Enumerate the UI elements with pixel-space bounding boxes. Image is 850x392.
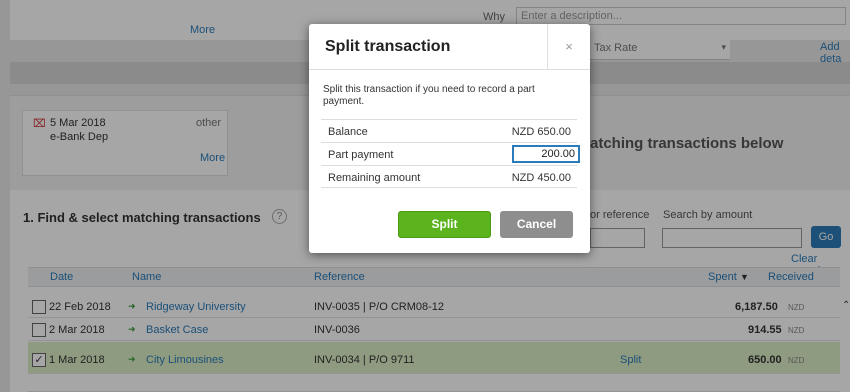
balance-value: NZD 650.00 [511, 126, 571, 138]
split-button[interactable]: Split [398, 211, 491, 238]
balance-label: Balance [328, 126, 368, 138]
close-icon[interactable]: × [547, 24, 590, 69]
cancel-button[interactable]: Cancel [500, 211, 573, 238]
part-payment-input[interactable] [512, 145, 580, 163]
dialog-divider [309, 69, 590, 70]
dialog-title: Split transaction [325, 38, 451, 55]
part-payment-label: Part payment [328, 149, 394, 161]
part-payment-row: Part payment [321, 142, 580, 165]
balance-row: Balance NZD 650.00 [321, 119, 577, 142]
dialog-description: Split this transaction if you need to re… [323, 84, 535, 107]
remaining-label: Remaining amount [328, 172, 421, 184]
remaining-row: Remaining amount NZD 450.00 [321, 165, 577, 188]
split-transaction-dialog: Split transaction × Split this transacti… [309, 24, 590, 253]
remaining-value: NZD 450.00 [511, 172, 571, 184]
